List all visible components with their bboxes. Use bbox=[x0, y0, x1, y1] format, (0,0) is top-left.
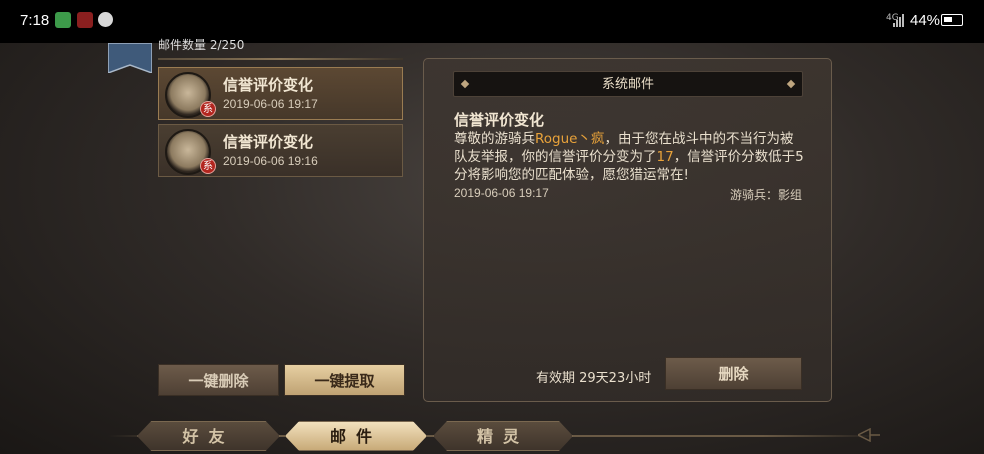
mail-item-title: 信誉评价变化 bbox=[223, 133, 314, 151]
mail-item-date: 2019-06-06 19:17 bbox=[223, 97, 318, 111]
delete-button[interactable]: 删除 bbox=[665, 357, 802, 390]
wechat-notification-icon bbox=[55, 12, 71, 28]
mail-list-item[interactable]: 系 信誉评价变化 2019-06-06 19:17 bbox=[158, 67, 403, 120]
mail-detail-header-label: 系统邮件 bbox=[601, 77, 654, 92]
player-name: Rogue丶疯 bbox=[535, 131, 605, 147]
mail-item-title: 信誉评价变化 bbox=[223, 76, 314, 94]
tab-friends[interactable]: 好友 bbox=[137, 421, 280, 451]
system-badge: 系 bbox=[200, 101, 216, 117]
mail-detail-date: 2019-06-06 19:17 bbox=[454, 186, 549, 200]
mail-list-item[interactable]: 系 信誉评价变化 2019-06-06 19:16 bbox=[158, 124, 403, 177]
mail-detail-body: 尊敬的游骑兵Rogue丶疯，由于您在战斗中的不当行为被队友举报，你的信誉评价分变… bbox=[454, 130, 804, 184]
delete-all-button[interactable]: 一键删除 bbox=[158, 364, 279, 396]
diamond-ornament-icon bbox=[460, 79, 470, 89]
signal-bars-icon bbox=[893, 14, 904, 27]
body-text: 尊敬的游骑兵 bbox=[454, 131, 535, 147]
battery-percent: 44% bbox=[910, 12, 941, 29]
system-badge: 系 bbox=[200, 158, 216, 174]
mail-item-date: 2019-06-06 19:16 bbox=[223, 154, 318, 168]
mail-detail-title: 信誉评价变化 bbox=[454, 111, 545, 129]
app-notification-icon bbox=[77, 12, 93, 28]
divider bbox=[158, 58, 403, 60]
battery-icon bbox=[941, 14, 963, 26]
reputation-score: 17 bbox=[656, 149, 674, 165]
mail-detail-sender: 游骑兵：影组 bbox=[729, 188, 802, 202]
banner-flag-icon bbox=[108, 43, 152, 73]
status-bar: 7:18 4G 44% bbox=[0, 0, 984, 43]
arrow-ornament-icon bbox=[858, 428, 880, 442]
tab-spirits[interactable]: 精灵 bbox=[433, 421, 573, 451]
tab-mail[interactable]: 邮件 bbox=[285, 421, 427, 451]
validity-text: 有效期 29天23小时 bbox=[536, 371, 652, 386]
mail-detail-header: 系统邮件 bbox=[453, 71, 803, 97]
diamond-ornament-icon bbox=[786, 79, 796, 89]
mail-count: 邮件数量 2/250 bbox=[158, 38, 245, 52]
collect-all-button[interactable]: 一键提取 bbox=[284, 364, 405, 396]
status-time: 7:18 bbox=[20, 12, 50, 29]
sync-icon bbox=[98, 12, 113, 27]
